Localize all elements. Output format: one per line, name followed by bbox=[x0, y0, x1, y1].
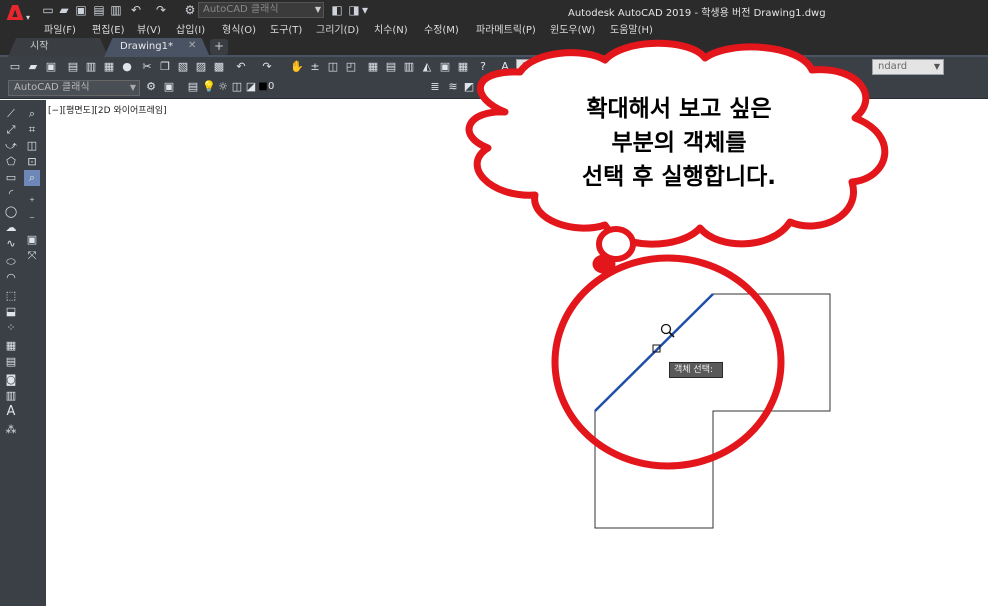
select-objects-tooltip: 객체 선택: bbox=[669, 362, 723, 378]
cloud-bubble-large bbox=[596, 226, 636, 262]
callout-line-3: 선택 후 실행합니다. bbox=[581, 164, 777, 190]
magnifier-cursor-icon bbox=[660, 323, 675, 338]
callout-text: 확대해서 보고 싶은 부분의 객체를 선택 후 실행합니다. bbox=[520, 92, 838, 194]
drawing-overlay bbox=[465, 39, 889, 529]
callout-line-1: 확대해서 보고 싶은 bbox=[586, 96, 772, 122]
highlight-circle bbox=[551, 254, 785, 470]
callout-line-2: 부분의 객체를 bbox=[611, 130, 747, 156]
drawing-polyline[interactable] bbox=[594, 293, 831, 529]
